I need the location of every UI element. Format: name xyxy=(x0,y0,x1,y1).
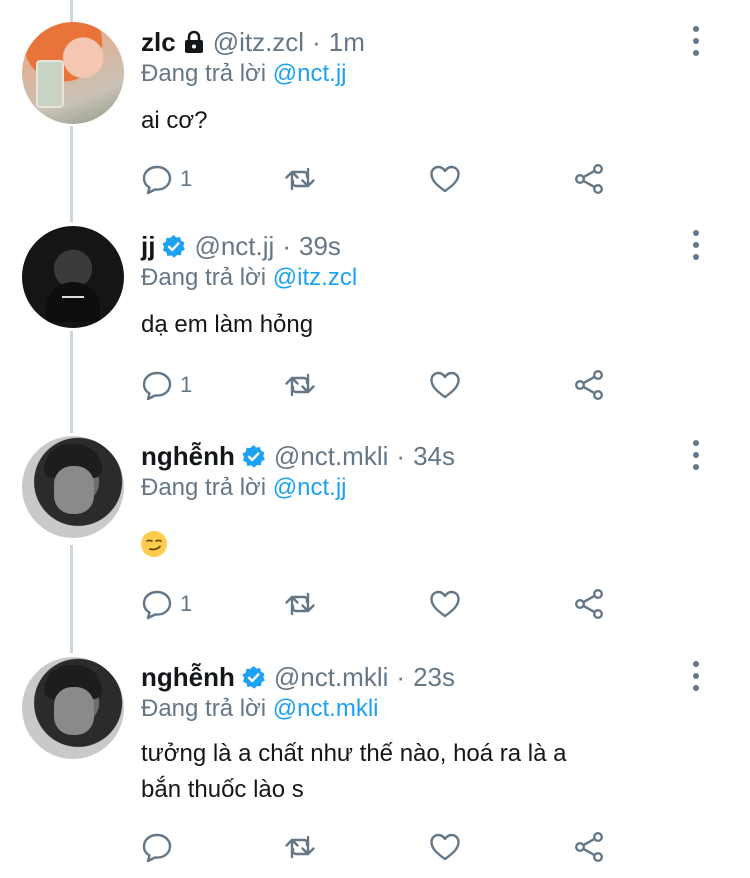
more-options-icon[interactable] xyxy=(690,659,702,693)
separator: · xyxy=(282,230,291,261)
mention-link[interactable]: @nct.mkli xyxy=(273,695,379,722)
display-name[interactable]: zlc xyxy=(141,27,176,58)
user-handle[interactable]: @itz.zcl xyxy=(213,27,304,58)
like-button[interactable] xyxy=(428,159,462,199)
reply-count: 1 xyxy=(180,591,193,616)
more-options-icon[interactable] xyxy=(690,438,702,472)
mention-link[interactable]: @itz.zcl xyxy=(273,264,357,291)
tweet-header: jj @nct.jj · 39s xyxy=(141,226,341,266)
like-button[interactable] xyxy=(428,365,462,405)
verified-icon xyxy=(241,444,266,469)
reply-icon xyxy=(142,371,172,401)
display-name[interactable]: jj xyxy=(141,231,155,262)
action-bar xyxy=(140,827,620,867)
heart-icon xyxy=(430,590,460,618)
reply-count: 1 xyxy=(180,372,193,397)
thread-line xyxy=(70,0,73,22)
user-handle[interactable]: @nct.jj xyxy=(194,231,274,262)
verified-icon xyxy=(161,234,186,259)
reply-prefix: Đang trả lời xyxy=(141,264,267,291)
more-options-icon[interactable] xyxy=(690,228,702,262)
reply-icon xyxy=(142,165,172,195)
like-button[interactable] xyxy=(428,827,462,867)
retweet-icon xyxy=(285,373,315,397)
reply-icon xyxy=(142,833,172,863)
tweet-text-line: tưởng là a chất như thế nào, hoá ra là a xyxy=(141,740,567,767)
retweet-icon xyxy=(285,592,315,616)
reply-context: Đang trả lời @itz.zcl xyxy=(141,264,357,292)
reply-context: Đang trả lời @nct.mkli xyxy=(141,695,379,723)
display-name[interactable]: nghễnh xyxy=(141,441,235,472)
heart-icon xyxy=(430,165,460,193)
reply-button[interactable] xyxy=(140,827,180,867)
tweet-header: nghễnh @nct.mkli · 23s xyxy=(141,657,455,697)
avatar[interactable] xyxy=(22,436,124,538)
reply-button[interactable]: 1 xyxy=(140,584,192,624)
share-button[interactable] xyxy=(572,365,606,405)
user-handle[interactable]: @nct.mkli xyxy=(274,441,389,472)
tweet-text: dạ em làm hỏng xyxy=(141,311,314,338)
action-bar: 1 xyxy=(140,159,620,199)
tweet[interactable]: nghễnh @nct.mkli · 34s Đang trả lời @nct… xyxy=(0,436,750,646)
tweet[interactable]: nghễnh @nct.mkli · 23s Đang trả lời @nct… xyxy=(0,657,750,877)
mention-link[interactable]: @nct.jj xyxy=(273,60,347,87)
reply-prefix: Đang trả lời xyxy=(141,474,267,501)
separator: · xyxy=(396,440,406,471)
tweet-header: zlc @itz.zcl · 1m xyxy=(141,22,365,62)
reply-prefix: Đang trả lời xyxy=(141,695,267,722)
reply-context: Đang trả lời @nct.jj xyxy=(141,474,347,502)
share-button[interactable] xyxy=(572,584,606,624)
share-icon xyxy=(574,164,604,195)
share-button[interactable] xyxy=(572,827,606,867)
share-icon xyxy=(574,589,604,620)
retweet-button[interactable] xyxy=(283,827,317,867)
user-handle[interactable]: @nct.mkli xyxy=(274,662,389,693)
mention-link[interactable]: @nct.jj xyxy=(273,474,347,501)
lock-icon xyxy=(183,30,205,54)
timestamp[interactable]: 1m xyxy=(329,27,365,58)
more-options-icon[interactable] xyxy=(690,24,702,58)
retweet-button[interactable] xyxy=(283,584,317,624)
share-icon xyxy=(574,832,604,863)
verified-icon xyxy=(241,665,266,690)
retweet-icon xyxy=(285,835,315,859)
tweet-text-line: bắn thuốc lào s xyxy=(141,776,304,803)
timestamp[interactable]: 39s xyxy=(299,231,341,262)
share-button[interactable] xyxy=(572,159,606,199)
action-bar: 1 xyxy=(140,365,620,405)
separator: · xyxy=(396,661,406,692)
reply-context: Đang trả lời @nct.jj xyxy=(141,60,347,88)
reply-prefix: Đang trả lời xyxy=(141,60,267,87)
tweet-text: ai cơ? xyxy=(141,107,208,134)
tweet[interactable]: jj @nct.jj · 39s Đang trả lời @itz.zcl d… xyxy=(0,226,750,426)
separator: · xyxy=(312,26,321,57)
reply-count: 1 xyxy=(180,166,193,191)
reply-button[interactable]: 1 xyxy=(140,365,192,405)
action-bar: 1 xyxy=(140,584,620,624)
avatar[interactable] xyxy=(22,657,124,759)
share-icon xyxy=(574,370,604,401)
timestamp[interactable]: 34s xyxy=(413,441,455,472)
tweet-header: nghễnh @nct.mkli · 34s xyxy=(141,436,455,476)
retweet-button[interactable] xyxy=(283,159,317,199)
avatar[interactable] xyxy=(22,226,124,328)
retweet-button[interactable] xyxy=(283,365,317,405)
display-name[interactable]: nghễnh xyxy=(141,662,235,693)
timestamp[interactable]: 23s xyxy=(413,662,455,693)
avatar[interactable] xyxy=(22,22,124,124)
reply-icon xyxy=(142,590,172,620)
retweet-icon xyxy=(285,167,315,191)
heart-icon xyxy=(430,833,460,861)
heart-icon xyxy=(430,371,460,399)
smirking-face-emoji xyxy=(141,531,167,557)
tweet[interactable]: zlc @itz.zcl · 1m Đang trả lời @nct.jj a… xyxy=(0,22,750,222)
reply-button[interactable]: 1 xyxy=(140,159,192,199)
like-button[interactable] xyxy=(428,584,462,624)
